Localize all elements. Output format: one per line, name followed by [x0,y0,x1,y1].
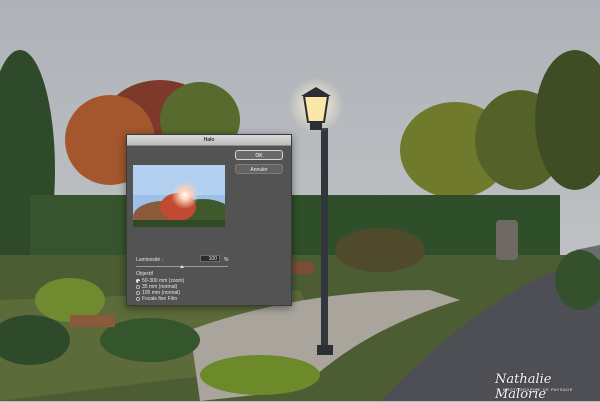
radio-button[interactable] [136,297,140,301]
brightness-input[interactable]: 100 [200,255,220,262]
brightness-label: Luminosité : [136,257,163,263]
cancel-button[interactable]: Annuler [235,164,283,174]
preview-image[interactable] [133,165,225,227]
brightness-slider-thumb[interactable] [180,265,184,268]
lens-option-film[interactable]: Focale fixe Film [136,296,184,302]
radio-button[interactable] [136,285,140,289]
lens-type-group: Objectif 50-300 mm (zoom) 35 mm (normal)… [136,271,184,302]
lens-option-label: Focale fixe Film [142,296,178,302]
radio-button[interactable] [136,291,140,295]
background-photo [0,0,600,401]
brightness-unit: % [224,257,229,263]
radio-button[interactable] [136,279,140,283]
photographer-subtitle: PHOTOGRAPHIE DE PAYSAGE [503,387,573,392]
ok-button[interactable]: OK [235,150,283,160]
dialog-title[interactable]: Halo [127,135,291,146]
lens-type-title: Objectif [136,271,153,277]
